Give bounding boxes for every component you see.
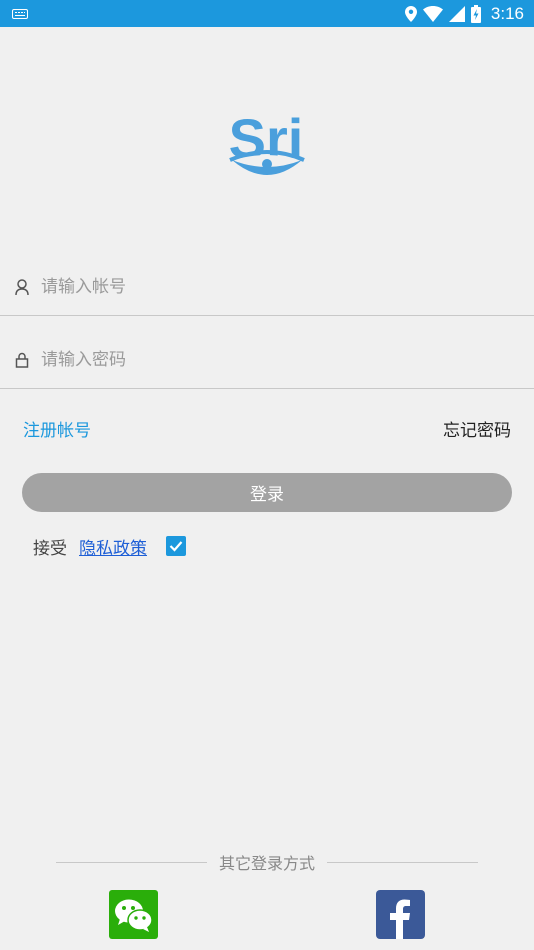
wifi-icon <box>422 5 443 22</box>
signal-icon <box>448 5 465 22</box>
account-field[interactable] <box>0 258 534 316</box>
other-login-divider: 其它登录方式 <box>56 850 479 874</box>
divider-line <box>56 861 207 863</box>
password-input[interactable] <box>41 349 481 370</box>
login-button[interactable]: 登录 <box>22 473 512 512</box>
facebook-icon <box>390 899 410 939</box>
privacy-policy-link[interactable]: 隐私政策 <box>79 534 147 559</box>
app-logo: Sri <box>226 107 308 182</box>
wechat-icon <box>115 899 153 932</box>
account-input[interactable] <box>41 276 481 297</box>
agreement-checkbox[interactable] <box>166 536 186 556</box>
facebook-login-button[interactable] <box>376 890 425 939</box>
register-link[interactable]: 注册帐号 <box>23 416 91 441</box>
check-icon <box>169 541 183 552</box>
status-bar: 3:16 <box>0 0 534 27</box>
lock-icon <box>14 351 30 369</box>
user-icon <box>14 278 30 296</box>
divider-line <box>327 861 479 863</box>
agreement-row: 接受 隐私政策 <box>33 533 186 559</box>
forgot-password-link[interactable]: 忘记密码 <box>443 416 511 441</box>
location-icon <box>404 5 417 22</box>
wechat-login-button[interactable] <box>109 890 158 939</box>
keyboard-icon <box>12 8 28 19</box>
other-login-label: 其它登录方式 <box>219 854 316 873</box>
password-field[interactable] <box>0 331 534 389</box>
accept-label: 接受 <box>33 538 67 559</box>
battery-charging-icon <box>470 4 481 23</box>
clock: 3:16 <box>490 3 524 23</box>
